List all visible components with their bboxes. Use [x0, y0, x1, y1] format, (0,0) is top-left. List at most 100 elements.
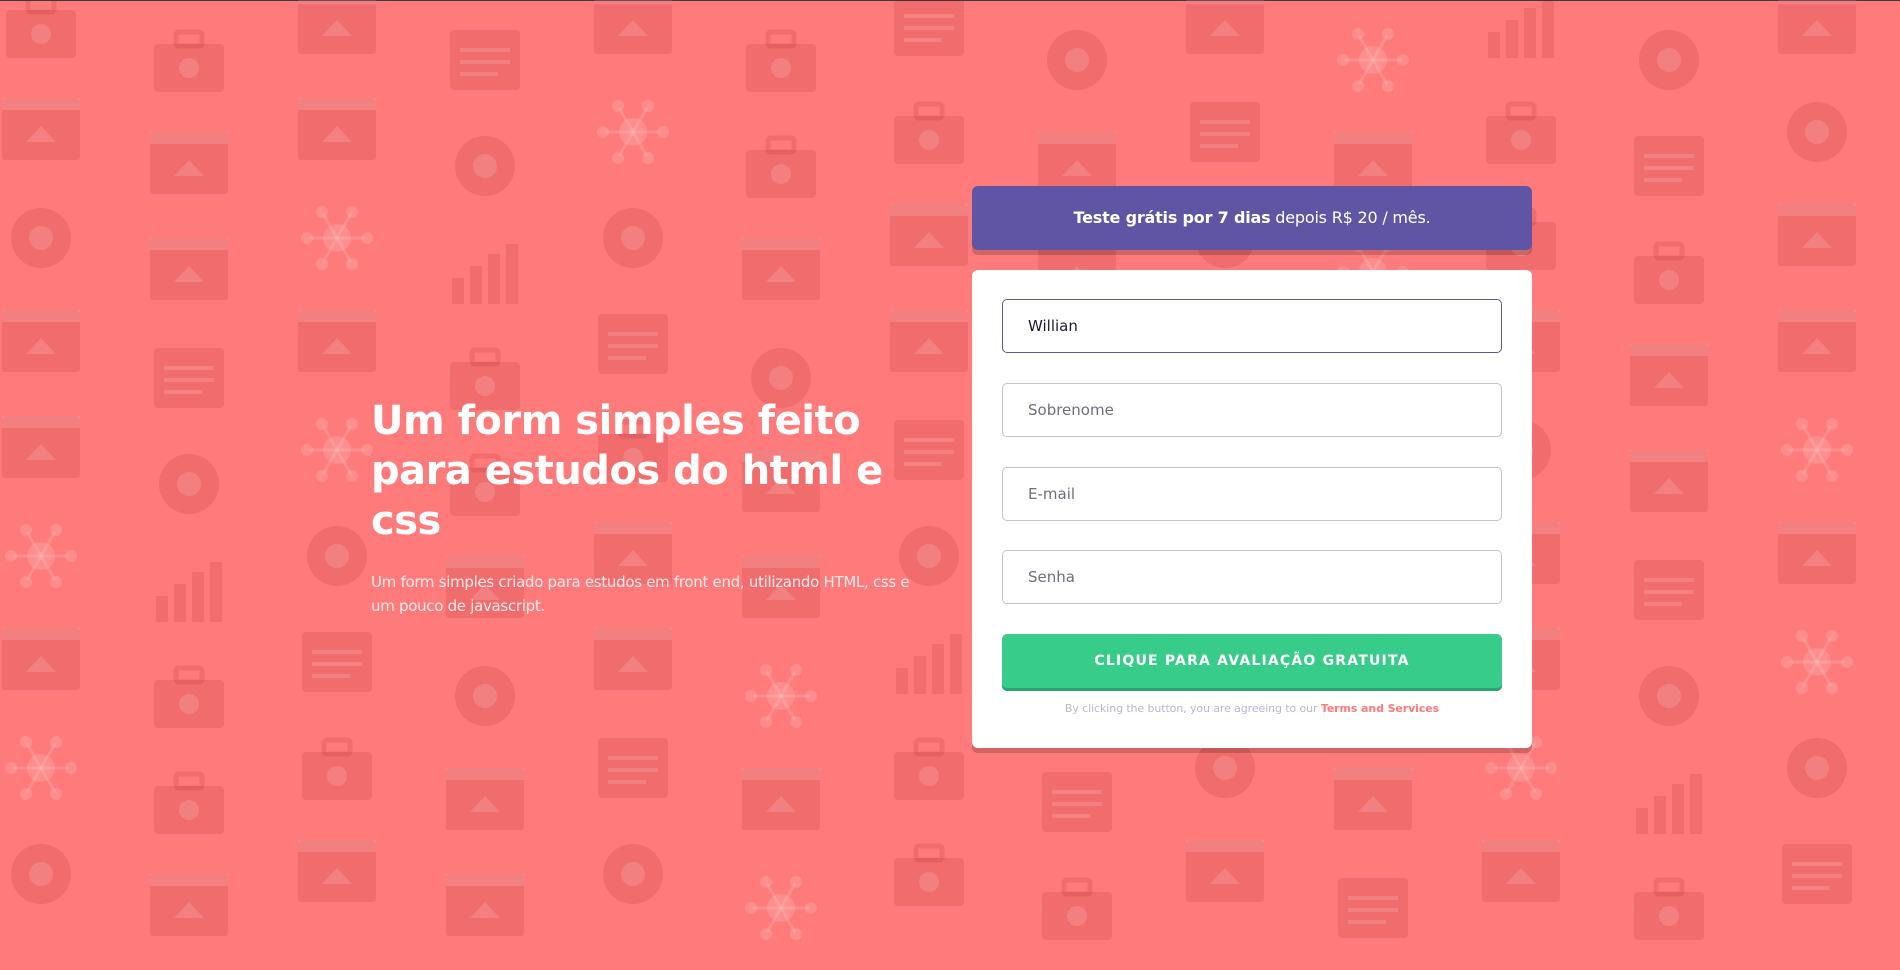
first-name-input[interactable]	[1002, 299, 1502, 353]
lightbulb-icon	[5, 524, 77, 588]
search-window-icon	[1778, 204, 1856, 266]
thumbs-up-icon	[301, 418, 373, 482]
background-icon-pattern	[0, 0, 1900, 970]
lightbulb-icon	[1781, 418, 1853, 482]
chart-icon	[1047, 30, 1107, 90]
hero-section: Um form simples feito para estudos do ht…	[371, 396, 931, 618]
sitemap-icon	[890, 204, 968, 266]
search-window-icon	[2, 310, 80, 372]
sitemap-icon	[1630, 344, 1708, 406]
gear-folder-icon	[307, 526, 367, 586]
headset-icon	[594, 628, 672, 690]
rocket-icon	[1634, 136, 1704, 196]
offer-price-text: depois R$ 20 / mês.	[1270, 208, 1431, 227]
lifebuoy-icon	[894, 101, 964, 164]
pencil-note-icon	[603, 844, 663, 904]
magnet-icon	[154, 348, 224, 408]
headset-icon	[1630, 450, 1708, 512]
cart-icon	[896, 634, 962, 694]
magnet-icon	[598, 738, 668, 798]
thumbs-up-icon	[745, 876, 817, 940]
chart-icon	[455, 666, 515, 726]
rocket-icon	[598, 314, 668, 374]
headset-icon	[890, 310, 968, 372]
rocket-icon	[1782, 844, 1852, 904]
gear-folder-icon	[603, 208, 663, 268]
toolbox-icon	[594, 0, 672, 54]
search-window-icon	[446, 768, 524, 830]
hero-title-line-2: para estudos do html e css	[371, 448, 883, 544]
pencil-note-icon	[1639, 666, 1699, 726]
lightbulb-icon	[301, 206, 373, 270]
cart-icon	[1488, 0, 1554, 58]
headset-icon	[150, 238, 228, 300]
lifebuoy-icon	[1042, 877, 1112, 940]
rocket-icon	[894, 0, 964, 56]
lightbulb-icon	[1337, 28, 1409, 92]
calendar-icon	[1486, 101, 1556, 164]
magnet-icon	[1634, 560, 1704, 620]
network-icon	[150, 874, 228, 936]
thumbs-up-icon	[5, 736, 77, 800]
search-window-icon	[1186, 840, 1264, 902]
calendar-icon	[154, 665, 224, 728]
background-pattern-svg	[2, 0, 1856, 940]
headset-icon	[1334, 768, 1412, 830]
cart-icon	[1636, 774, 1702, 834]
settings-gear-icon	[2, 416, 80, 478]
cart-icon	[452, 244, 518, 304]
chart-icon	[1787, 102, 1847, 162]
search-window-icon	[298, 0, 376, 54]
free-trial-submit-button[interactable]: CLIQUE PARA AVALIAÇÃO GRATUITA	[1002, 634, 1502, 688]
rocket-icon	[302, 632, 372, 692]
terms-prefix-text: By clicking the button, you are agreeing…	[1064, 702, 1321, 715]
thumbs-up-icon	[1781, 630, 1853, 694]
settings-gear-icon	[446, 874, 524, 936]
offer-highlight: Teste grátis por 7 dias	[1073, 208, 1271, 227]
toolbox-icon	[298, 310, 376, 372]
browser-window-icon	[6, 0, 76, 58]
trial-offer-banner: Teste grátis por 7 dias depois R$ 20 / m…	[972, 186, 1532, 250]
toolbox-icon	[1778, 522, 1856, 584]
lightbulb-icon	[745, 664, 817, 728]
network-icon	[742, 238, 820, 300]
lifebuoy-icon	[302, 737, 372, 800]
gear-folder-icon	[1639, 30, 1699, 90]
last-name-input[interactable]	[1002, 383, 1502, 437]
magnet-icon	[450, 30, 520, 90]
lifebuoy-icon	[154, 29, 224, 92]
toolbox-icon	[1482, 840, 1560, 902]
pencil-note-icon	[159, 454, 219, 514]
lifebuoy-icon	[1634, 241, 1704, 304]
password-input[interactable]	[1002, 550, 1502, 604]
toolbox-icon	[2, 628, 80, 690]
headset-icon	[1186, 0, 1264, 54]
browser-window-icon	[746, 135, 816, 198]
toolbox-icon	[742, 768, 820, 830]
cart-icon	[156, 562, 222, 622]
settings-gear-icon	[1778, 310, 1856, 372]
rocket-icon	[1042, 772, 1112, 832]
calendar-icon	[1634, 877, 1704, 940]
browser-window-icon	[894, 843, 964, 906]
thumbs-up-icon	[597, 100, 669, 164]
magnet-icon	[1338, 878, 1408, 938]
gear-folder-icon	[1787, 738, 1847, 798]
network-icon	[1778, 0, 1856, 54]
terms-and-services-link[interactable]: Terms and Services	[1321, 702, 1439, 715]
chart-icon	[11, 208, 71, 268]
magnet-icon	[1190, 102, 1260, 162]
settings-gear-icon	[298, 98, 376, 160]
search-window-icon	[1038, 132, 1116, 194]
toolbox-icon	[1334, 132, 1412, 194]
hero-title: Um form simples feito para estudos do ht…	[371, 396, 931, 546]
signup-form-card: CLIQUE PARA AVALIAÇÃO GRATUITA By clicki…	[972, 270, 1532, 748]
hero-description: Um form simples criado para estudos em f…	[371, 573, 910, 615]
email-input[interactable]	[1002, 467, 1502, 521]
sitemap-icon	[298, 840, 376, 902]
hero-title-line-1: Um form simples feito	[371, 398, 861, 444]
network-icon	[2, 98, 80, 160]
sitemap-icon	[150, 132, 228, 194]
terms-notice: By clicking the button, you are agreeing…	[972, 702, 1532, 715]
gear-folder-icon	[11, 844, 71, 904]
